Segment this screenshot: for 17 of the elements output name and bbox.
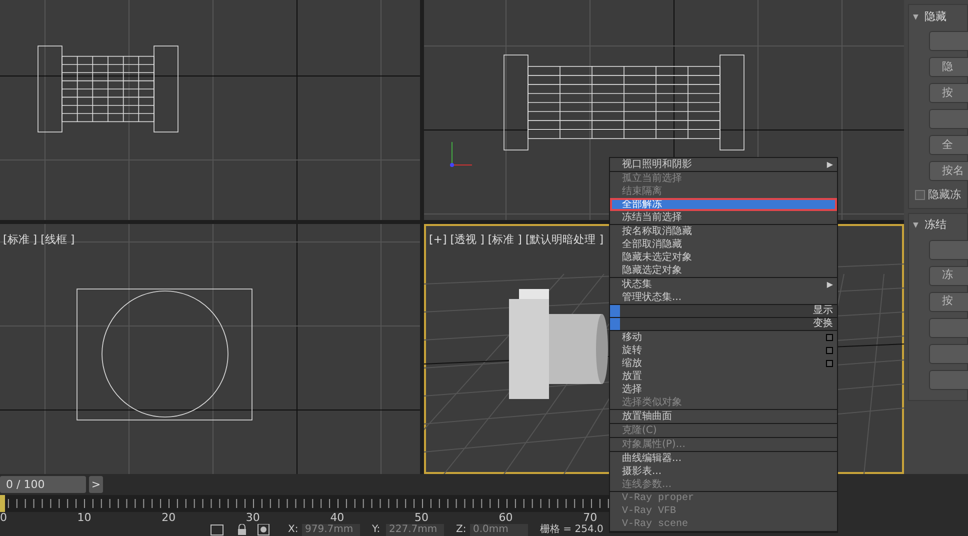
coordinate-label: Y: bbox=[372, 524, 380, 536]
ruler-label: 50 bbox=[414, 512, 428, 524]
submenu-arrow-icon: ▶ bbox=[826, 158, 833, 171]
coordinate-label: Z: bbox=[456, 524, 466, 536]
submenu-arrow-icon: ▶ bbox=[826, 278, 833, 291]
ruler-label: 10 bbox=[77, 512, 92, 524]
ruler-label: 70 bbox=[583, 512, 598, 524]
grid-size-text: 栅格 = 254.0 bbox=[540, 524, 604, 536]
menu-header: 变换 bbox=[812, 318, 834, 330]
ruler-label: 40 bbox=[330, 512, 344, 524]
ruler-label: 0 bbox=[0, 512, 7, 524]
ruler-label: 20 bbox=[162, 512, 176, 524]
menu-header: 显示 bbox=[812, 305, 834, 317]
ruler-label: 60 bbox=[498, 512, 513, 524]
checkbox-label: 隐藏冻 bbox=[928, 187, 961, 203]
coordinate-label: X: bbox=[288, 524, 298, 536]
ruler-label: 30 bbox=[246, 512, 260, 524]
